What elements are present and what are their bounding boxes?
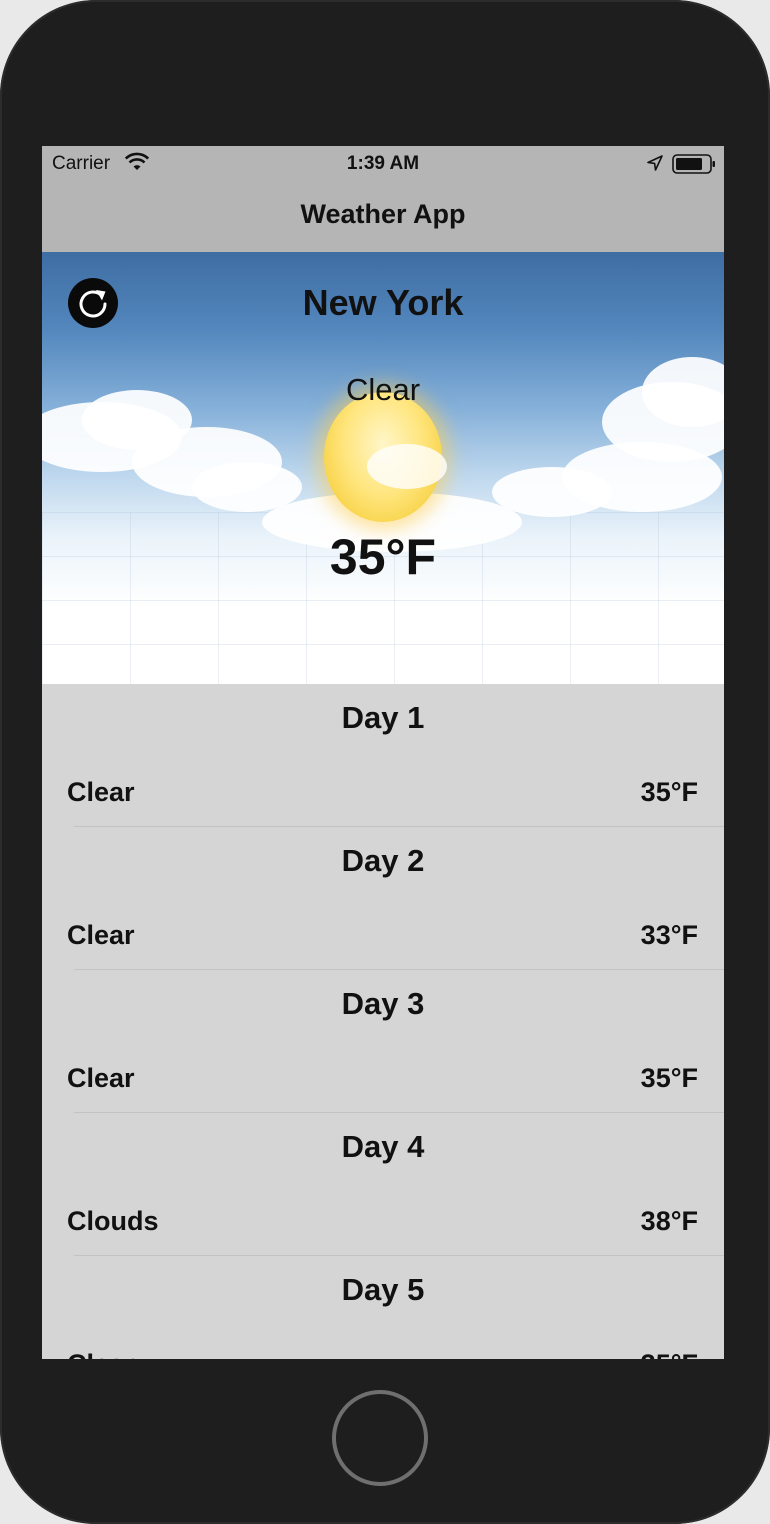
forecast-row[interactable]: Day 5 Clear 35°F — [42, 1256, 724, 1359]
forecast-day-label: Day 3 — [341, 986, 425, 1021]
navigation-bar: Weather App — [42, 182, 724, 252]
battery-icon — [672, 154, 715, 174]
phone-frame: Carrier 1:39 AM Weather App New York Cle… — [0, 0, 770, 1524]
status-bar: Carrier 1:39 AM — [42, 146, 724, 182]
nav-title: Weather App — [300, 199, 466, 229]
current-temperature: 35°F — [329, 529, 437, 585]
forecast-condition: Clear — [67, 1349, 135, 1359]
forecast-row[interactable]: Day 1 Clear 35°F — [42, 684, 724, 827]
current-condition: Clear — [345, 372, 421, 407]
forecast-day-label: Day 5 — [341, 1272, 425, 1307]
forecast-day-label: Day 2 — [341, 843, 425, 878]
city-name: New York — [302, 282, 464, 323]
forecast-condition: Clear — [67, 1063, 135, 1093]
forecast-temperature: 38°F — [640, 1206, 698, 1236]
forecast-condition: Clouds — [67, 1206, 159, 1236]
forecast-temperature: 35°F — [641, 1349, 698, 1359]
forecast-temperature: 33°F — [640, 920, 698, 950]
forecast-day-label: Day 1 — [341, 700, 425, 735]
current-weather-panel: New York Clear 35°F — [42, 252, 724, 684]
home-button[interactable] — [332, 1390, 428, 1486]
forecast-condition: Clear — [67, 920, 135, 950]
sun-cloud-overlay — [367, 444, 447, 489]
forecast-condition: Clear — [67, 777, 135, 807]
app-screen: Carrier 1:39 AM Weather App New York Cle… — [42, 146, 724, 1359]
forecast-day-label: Day 4 — [341, 1129, 425, 1164]
forecast-row[interactable]: Day 2 Clear 33°F — [42, 827, 724, 970]
forecast-row[interactable]: Day 3 Clear 35°F — [42, 970, 724, 1113]
forecast-row[interactable]: Day 4 Clouds 38°F — [42, 1113, 724, 1256]
forecast-temperature: 35°F — [640, 777, 698, 807]
location-arrow-icon — [647, 155, 663, 171]
forecast-list[interactable]: Day 1 Clear 35°F Day 2 Clear 33°F Day 3 … — [42, 684, 724, 1359]
status-time: 1:39 AM — [346, 153, 420, 174]
forecast-temperature: 35°F — [640, 1063, 698, 1093]
